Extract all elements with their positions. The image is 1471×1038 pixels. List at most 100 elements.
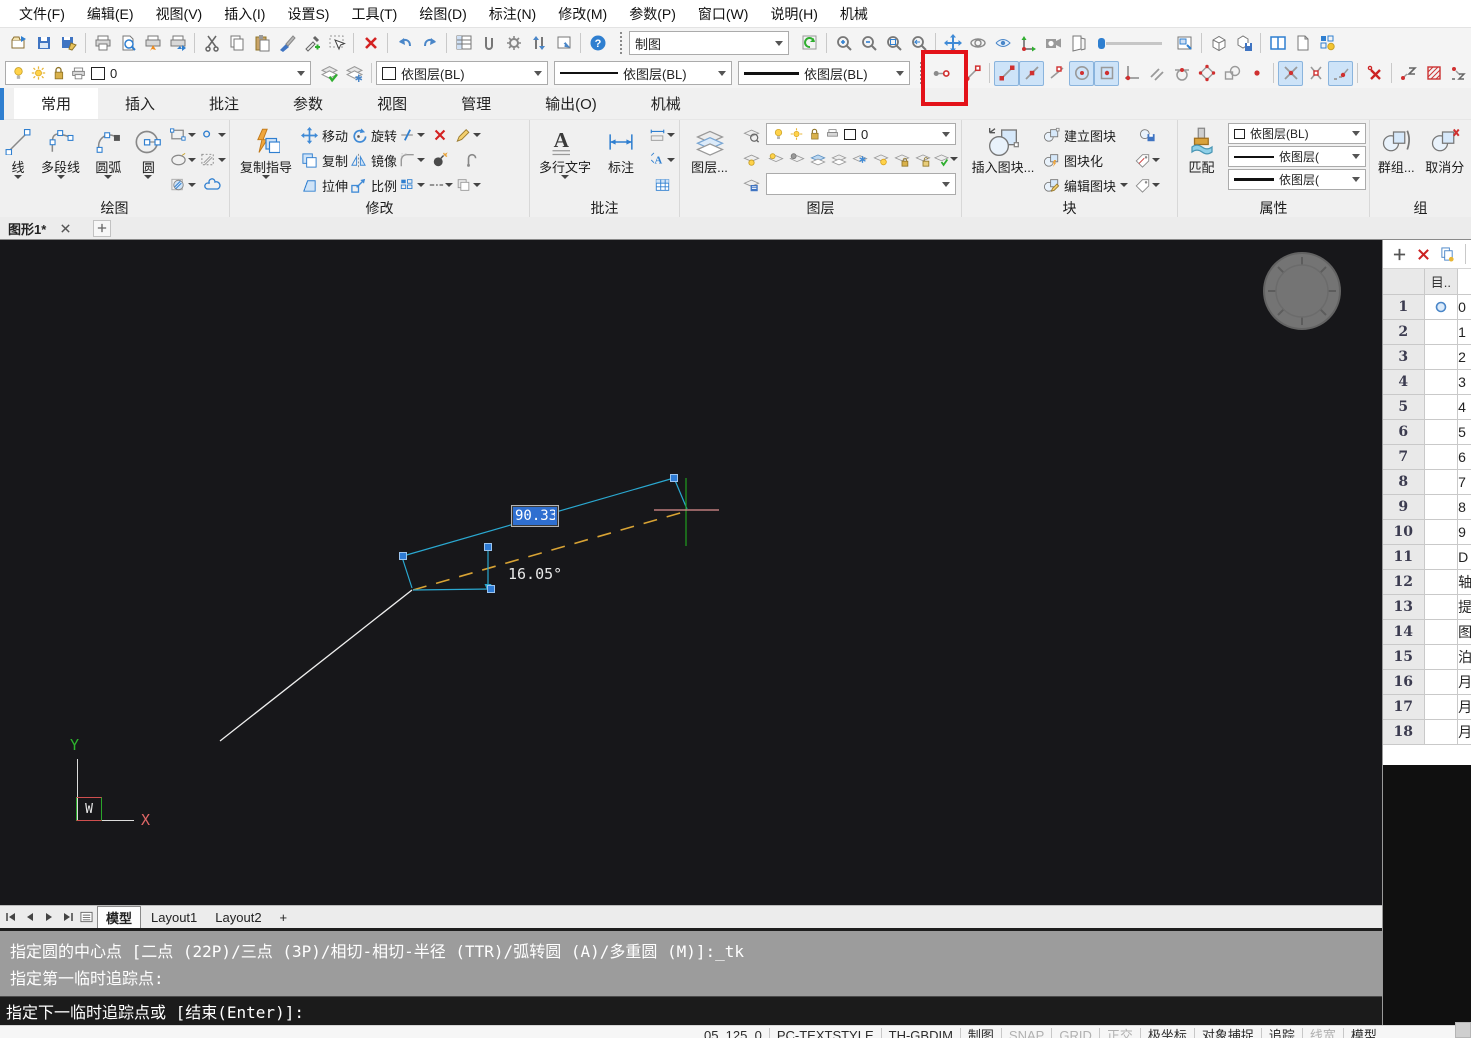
plot-icon[interactable] [140, 31, 165, 56]
zoom-out-icon[interactable] [856, 31, 881, 56]
hatch-snap-icon[interactable] [1421, 61, 1446, 86]
layer-off-button[interactable] [738, 148, 764, 172]
sheet-set-icon[interactable] [1065, 31, 1090, 56]
publish-icon[interactable] [165, 31, 190, 56]
menu-view[interactable]: 视图(V) [145, 0, 214, 27]
insert-block-button[interactable]: 插入图块... [965, 123, 1041, 175]
table-row[interactable]: 32 [1383, 345, 1471, 370]
point-tool-button[interactable] [200, 123, 226, 147]
status-textstyle[interactable]: PC-TEXTSTYLE [770, 1026, 881, 1038]
ribbon-layer-select[interactable]: 0 [766, 123, 956, 145]
workspace-switch-icon[interactable] [797, 31, 822, 56]
menu-dimension[interactable]: 标注(N) [478, 0, 547, 27]
fullscreen-icon[interactable] [551, 31, 576, 56]
table-row[interactable]: 10 [1383, 295, 1471, 320]
ribbon-tab-view[interactable]: 视图 [350, 88, 434, 119]
table-row[interactable]: 16 月 [1383, 670, 1471, 695]
layers-panel-label[interactable]: 图层 [680, 198, 961, 217]
last-layout-icon[interactable] [59, 908, 76, 926]
layer-state-button[interactable] [738, 173, 764, 197]
osnap-none-icon[interactable] [1362, 61, 1387, 86]
layer-state-select[interactable] [766, 173, 956, 195]
table-row[interactable]: 65 [1383, 420, 1471, 445]
point-filter-minus-z-icon[interactable] [1446, 61, 1471, 86]
layer-current-icon[interactable] [808, 147, 827, 171]
layer-all-icon[interactable] [829, 147, 848, 171]
table-row[interactable]: 15 泊 [1383, 645, 1471, 670]
settings-gear-icon[interactable] [501, 31, 526, 56]
zoom-in-icon[interactable] [831, 31, 856, 56]
trim-button[interactable] [399, 123, 426, 147]
table-row[interactable]: 54 [1383, 395, 1471, 420]
menu-help[interactable]: 说明(H) [759, 0, 828, 27]
tab-model[interactable]: 模型 [97, 905, 142, 929]
color-select[interactable]: 依图层(BL) [376, 61, 548, 85]
status-workspace[interactable]: 制图 [961, 1026, 1001, 1038]
table-row[interactable]: 18 月 [1383, 720, 1471, 745]
drawing-canvas[interactable]: 16.05° W Y X [0, 240, 1382, 905]
menu-mechanical[interactable]: 机械 [829, 0, 879, 27]
ribbon-tab-insert[interactable]: 插入 [98, 88, 182, 119]
sync-settings-icon[interactable] [526, 31, 551, 56]
status-snap-toggle[interactable]: SNAP [1002, 1026, 1051, 1038]
cut-icon[interactable] [199, 31, 224, 56]
menu-window[interactable]: 窗口(W) [687, 0, 760, 27]
point-filter-z-icon[interactable] [1396, 61, 1421, 86]
copy-row-button[interactable] [1437, 244, 1457, 264]
menu-insert[interactable]: 插入(I) [213, 0, 276, 27]
create-block-button[interactable]: 建立图块 [1043, 123, 1128, 147]
table-button[interactable] [649, 173, 675, 197]
copy-icon[interactable] [224, 31, 249, 56]
copy-button[interactable]: 复制 [301, 148, 348, 172]
osnap-quadrant-icon[interactable] [1194, 61, 1219, 86]
next-layout-icon[interactable] [40, 908, 57, 926]
properties-lineweight-select[interactable]: 依图层( [1228, 169, 1366, 190]
offset-button[interactable] [427, 173, 453, 197]
lineweight-slider[interactable] [1096, 34, 1166, 52]
layer-unlock-small-icon[interactable] [913, 147, 932, 171]
ucs-icon-button[interactable] [1015, 31, 1040, 56]
table-row[interactable]: 11 D [1383, 545, 1471, 570]
orbit-icon[interactable] [965, 31, 990, 56]
explode-button[interactable] [427, 148, 453, 172]
boundary-tool-button[interactable] [200, 148, 226, 172]
tab-layout2[interactable]: Layout2 [207, 909, 269, 926]
text-style-button[interactable]: A [649, 148, 675, 172]
layer-properties-button[interactable]: 图层... [683, 123, 736, 175]
rectangle-tool-button[interactable] [170, 123, 196, 147]
status-model-toggle[interactable]: 模型 [1344, 1026, 1384, 1038]
ribbon-tab-output[interactable]: 输出(O) [518, 88, 624, 119]
status-grid-toggle[interactable]: GRID [1052, 1026, 1099, 1038]
table-row[interactable]: 21 [1383, 320, 1471, 345]
table-row[interactable]: 12 轴 [1383, 570, 1471, 595]
layout-viewport-icon[interactable] [1172, 31, 1197, 56]
3d-save-icon[interactable] [1231, 31, 1256, 56]
edit-block-button[interactable]: 编辑图块 [1043, 173, 1129, 197]
group-panel-label[interactable]: 组 [1370, 198, 1471, 217]
properties-linetype-select[interactable]: 依图层( [1228, 146, 1366, 167]
layer-previous-icon[interactable] [317, 61, 342, 86]
layer-match-check-icon[interactable] [934, 147, 958, 171]
edit-polyline-button[interactable] [455, 123, 482, 147]
status-lineweight-toggle[interactable]: 线宽 [1303, 1026, 1343, 1038]
undo-icon[interactable] [392, 31, 417, 56]
write-block-button[interactable] [1134, 123, 1160, 147]
line-tool-button[interactable]: 线 [3, 123, 33, 179]
layer-lock-icon[interactable] [892, 147, 911, 171]
ribbon-tab-parametric[interactable]: 参数 [266, 88, 350, 119]
osnap-extension-icon[interactable] [1328, 60, 1353, 86]
help-icon[interactable]: ? [585, 31, 610, 56]
osnap-tangent-icon[interactable] [1169, 61, 1194, 86]
rotate-button[interactable]: 旋转 [350, 123, 397, 147]
edit-attribute-button[interactable] [1134, 173, 1161, 197]
properties-panel-label[interactable]: 属性 [1178, 198, 1369, 217]
first-layout-icon[interactable] [2, 908, 19, 926]
delete-row-button[interactable] [1413, 244, 1433, 264]
hatch-tool-button[interactable] [170, 173, 196, 197]
erase-icon[interactable] [358, 31, 383, 56]
status-osnap-toggle[interactable]: 对象捕捉 [1195, 1026, 1261, 1038]
osnap-insertion-icon[interactable] [1219, 61, 1244, 86]
save-icon[interactable] [31, 31, 56, 56]
ungroup-button[interactable]: 取消分 [1422, 123, 1469, 175]
mirror-button[interactable]: 镜像 [350, 148, 397, 172]
